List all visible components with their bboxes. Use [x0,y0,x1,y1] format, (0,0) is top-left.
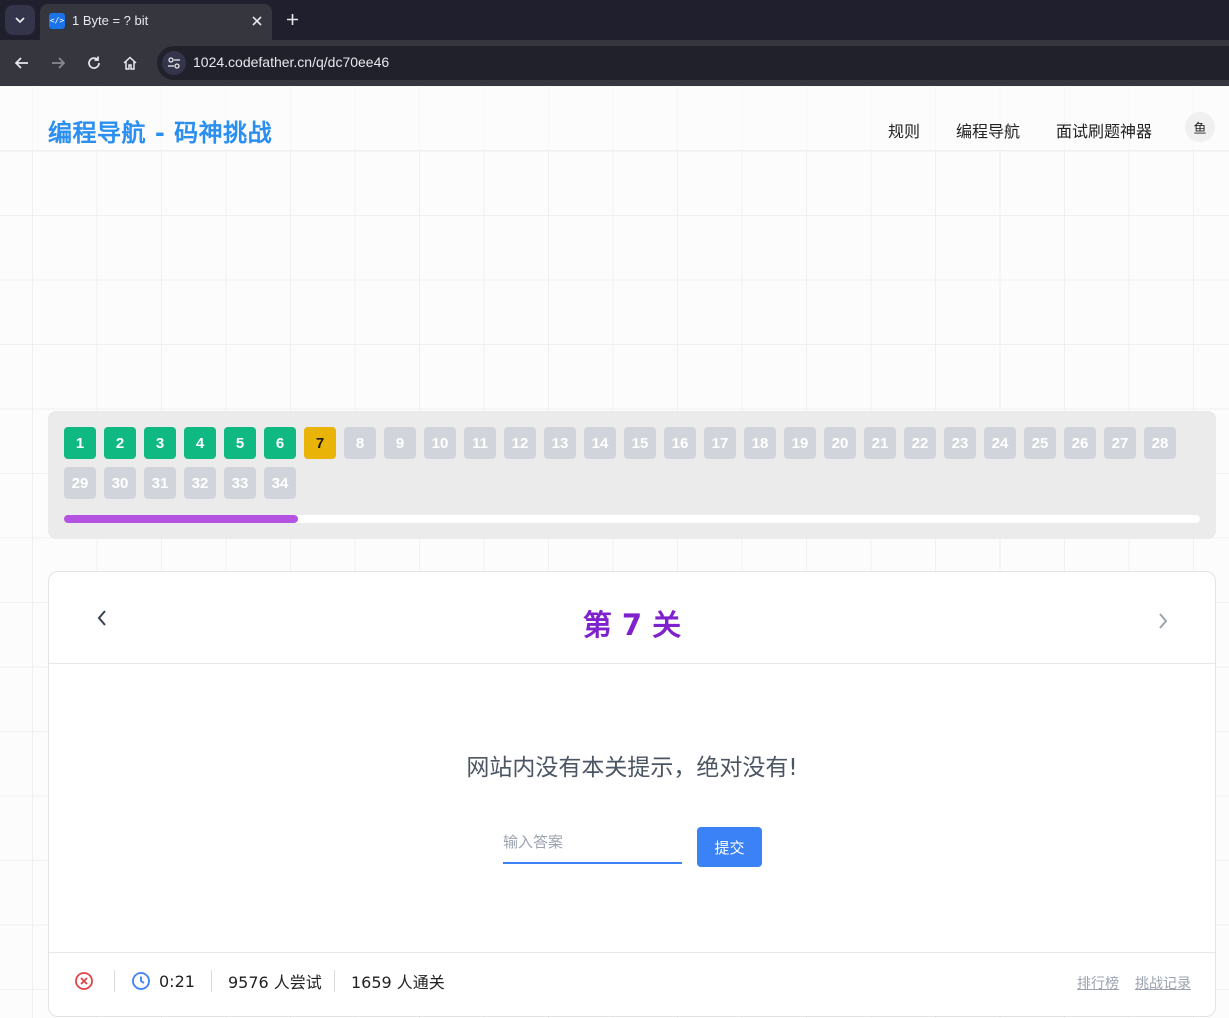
reload-icon [88,56,100,69]
level-button[interactable]: 10 [424,427,456,459]
reload-button[interactable] [82,51,106,75]
level-button[interactable]: 17 [704,427,736,459]
level-button[interactable]: 24 [984,427,1016,459]
tab-title: 1 Byte = ? bit [72,13,149,28]
level-button[interactable]: 25 [1024,427,1056,459]
levels-panel: 1 2 3 4 5 6 7 8 9 10 11 12 13 14 15 16 17 18 19 20 21 22 23 24 2… [48,411,1216,539]
timer: 0:21 [131,971,195,991]
progress-bar-fill [64,515,299,523]
level-button[interactable]: 6 [264,427,296,459]
site-info-button[interactable] [162,51,186,75]
level-button[interactable]: 28 [1144,427,1176,459]
level-button[interactable]: 23 [944,427,976,459]
arrow-left-icon [14,57,28,69]
footer-divider [334,970,335,992]
nav-item-interview-tool[interactable]: 面试刷题神器 [1056,118,1152,142]
question-text: 网站内没有本关提示，绝对没有! [466,755,798,781]
forward-button[interactable] [46,51,70,75]
close-circle-icon [75,972,93,990]
level-button[interactable]: 1 [64,427,96,459]
attempts-count: 9576 人尝试 [228,973,322,992]
page-content: 编程导航 - 码神挑战 规则 编程导航 面试刷题神器 鱼 1 2 3 4 5 6 7 8 9 10… [0,86,1229,1018]
timer-value: 0:21 [159,971,195,991]
level-button[interactable]: 34 [264,467,296,499]
close-icon [252,16,262,26]
level-button[interactable]: 32 [184,467,216,499]
level-button[interactable]: 12 [504,427,536,459]
challenge-card: 第 7 关 网站内没有本关提示，绝对没有! 提交 0:21 9576 人尝试 1… [48,571,1216,1017]
url-text[interactable]: 1024.codefather.cn/q/dc70ee46 [193,54,389,70]
browser-tab[interactable]: </> 1 Byte = ? bit [40,4,272,40]
history-link[interactable]: 挑战记录 [1135,973,1191,993]
level-button[interactable]: 9 [384,427,416,459]
back-button[interactable] [10,51,34,75]
progress-bar [64,515,1200,523]
leaderboard-link[interactable]: 排行榜 [1077,973,1119,993]
site-header: 编程导航 - 码神挑战 规则 编程导航 面试刷题神器 鱼 [0,86,1229,151]
tab-search-button[interactable] [5,5,35,35]
level-button[interactable]: 29 [64,467,96,499]
level-button[interactable]: 27 [1104,427,1136,459]
chevron-right-icon [1159,613,1168,629]
tab-close-button[interactable] [248,12,266,30]
clock-icon [132,972,150,990]
level-button[interactable]: 2 [104,427,136,459]
home-icon [123,56,137,70]
footer-divider [211,970,212,992]
browser-toolbar: 1024.codefather.cn/q/dc70ee46 [0,40,1229,86]
address-bar[interactable]: 1024.codefather.cn/q/dc70ee46 [157,46,1229,80]
level-button[interactable]: 5 [224,427,256,459]
site-title[interactable]: 编程导航 - 码神挑战 [48,113,272,148]
nav-item-code-nav[interactable]: 编程导航 [956,118,1020,142]
browser-tab-bar: </> 1 Byte = ? bit [0,0,1229,40]
level-button[interactable]: 16 [664,427,696,459]
arrow-right-icon [52,57,66,69]
challenge-card-header: 第 7 关 [49,572,1215,664]
next-level-button[interactable] [1151,609,1175,633]
level-button[interactable]: 18 [744,427,776,459]
level-button[interactable]: 4 [184,427,216,459]
level-button[interactable]: 11 [464,427,496,459]
level-button[interactable]: 8 [344,427,376,459]
footer-divider [114,970,115,992]
challenge-card-footer: 0:21 9576 人尝试 1659 人通关 排行榜 挑战记录 [49,952,1215,1016]
level-button[interactable]: 26 [1064,427,1096,459]
level-button[interactable]: 30 [104,467,136,499]
give-up-button[interactable] [74,971,94,991]
home-button[interactable] [118,51,142,75]
level-button[interactable]: 20 [824,427,856,459]
level-button[interactable]: 7 [304,427,336,459]
level-button[interactable]: 3 [144,427,176,459]
tune-icon [168,57,180,69]
plus-icon [286,13,298,25]
level-button[interactable]: 19 [784,427,816,459]
level-button[interactable]: 21 [864,427,896,459]
level-button[interactable]: 13 [544,427,576,459]
submit-button[interactable]: 提交 [697,827,762,867]
nav-item-rules[interactable]: 规则 [888,118,920,142]
level-button[interactable]: 22 [904,427,936,459]
avatar[interactable]: 鱼 [1185,112,1215,142]
level-button[interactable]: 15 [624,427,656,459]
new-tab-button[interactable] [281,8,303,30]
level-title: 第 7 关 [582,608,682,642]
answer-input[interactable] [503,822,682,864]
level-button[interactable]: 31 [144,467,176,499]
passed-count: 1659 人通关 [351,973,445,992]
chevron-down-icon [15,17,25,24]
level-button[interactable]: 14 [584,427,616,459]
level-button[interactable]: 33 [224,467,256,499]
code-favicon-icon: </> [49,13,65,29]
